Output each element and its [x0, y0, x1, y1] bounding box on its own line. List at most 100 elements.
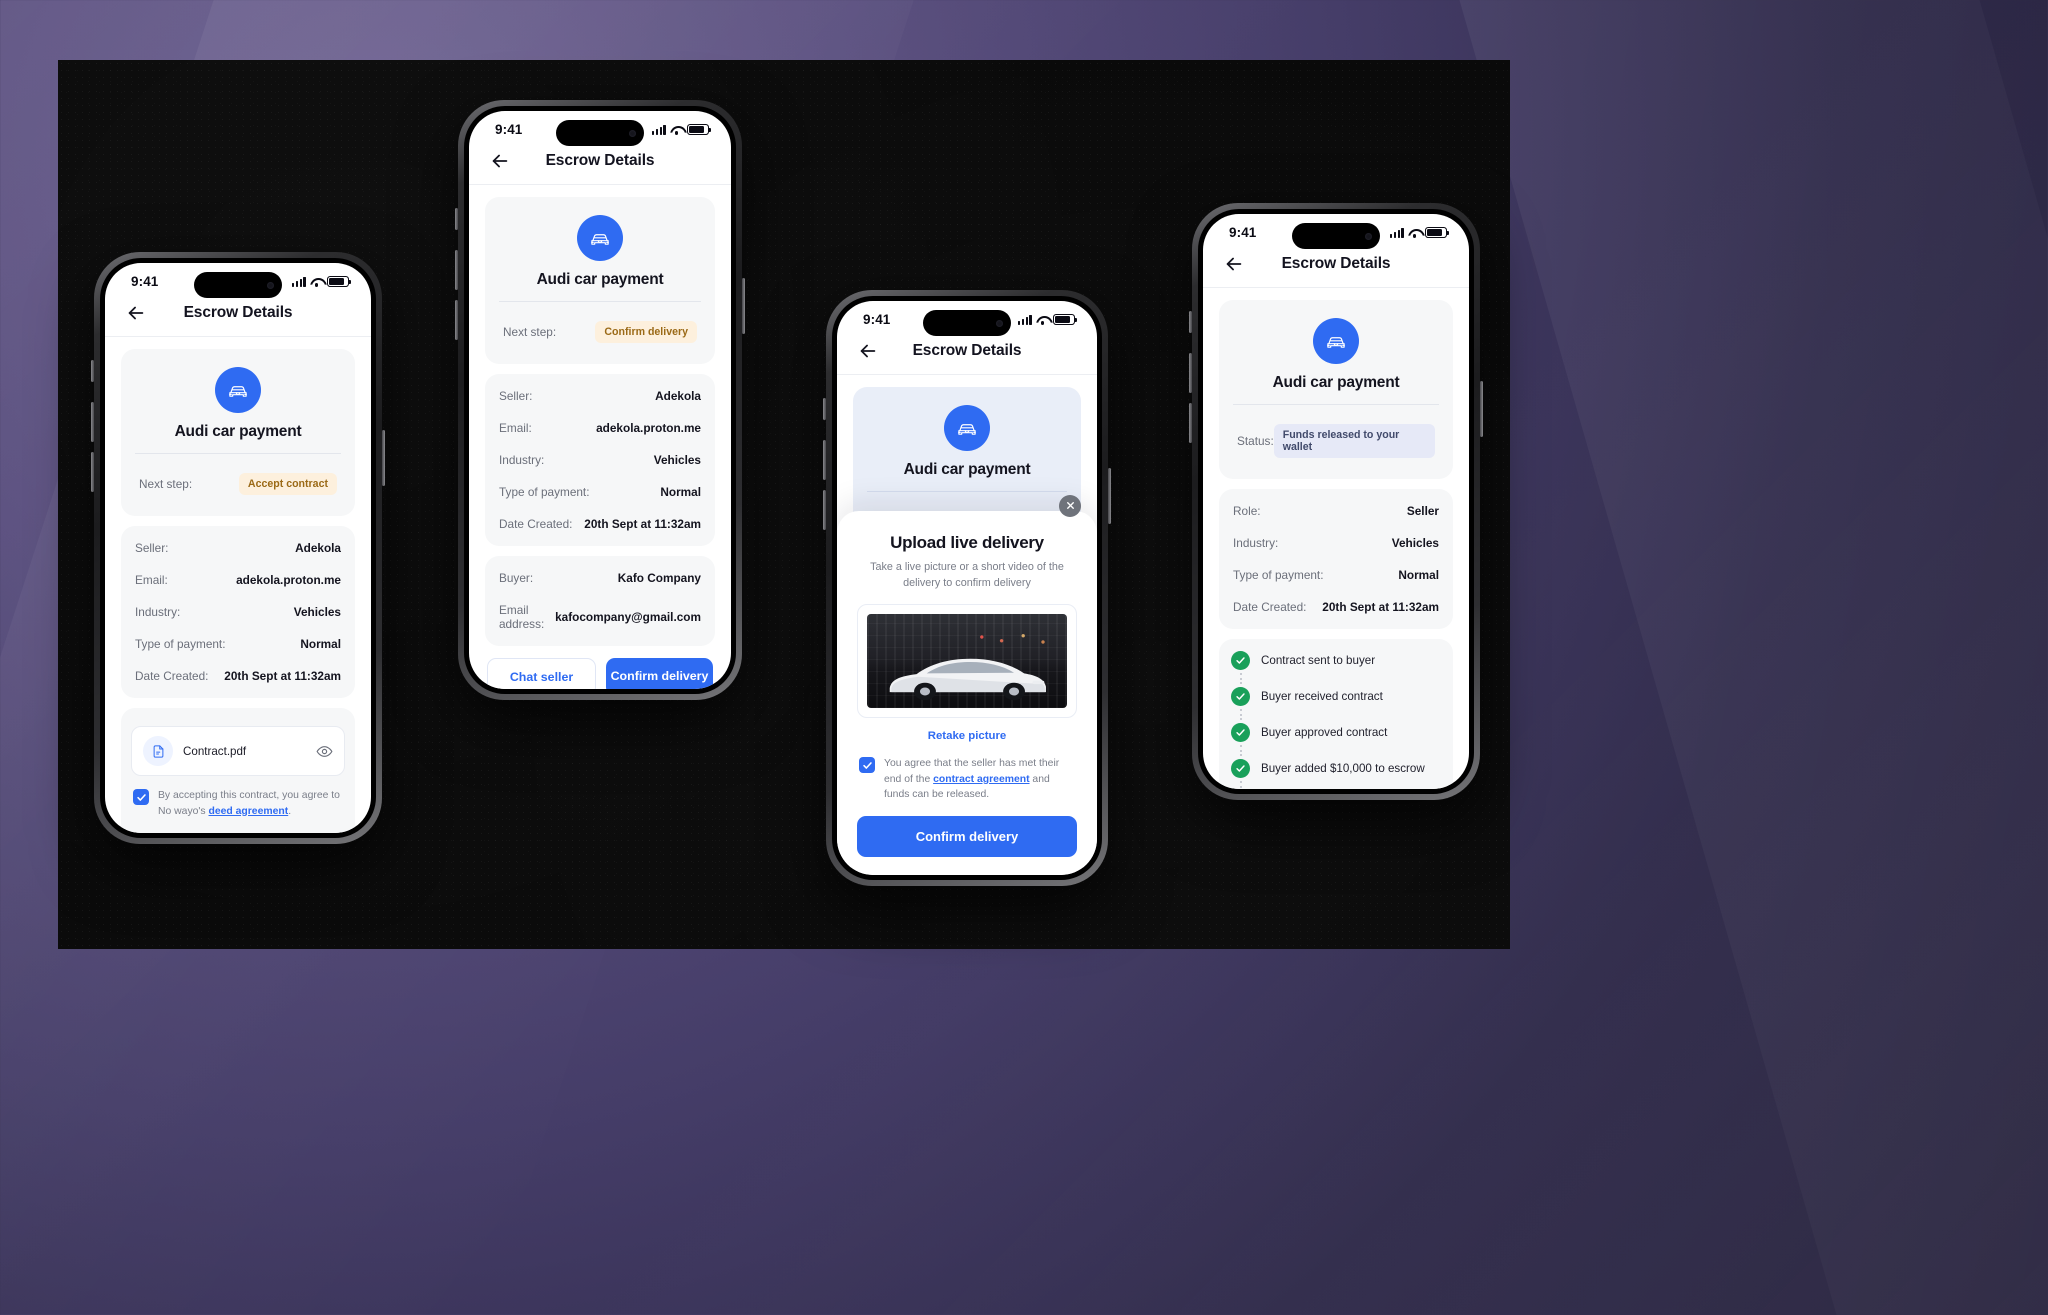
- detail-value: Normal: [660, 485, 701, 499]
- timeline-item: Buyer received contract: [1231, 687, 1441, 706]
- phone4-volume-down-button[interactable]: [1189, 403, 1192, 443]
- detail-row-industry: Industry: Vehicles: [131, 596, 345, 628]
- retake-picture-link[interactable]: Retake picture: [857, 730, 1077, 742]
- escrow-details-card: Seller: Adekola Email: adekola.proton.me…: [485, 374, 715, 546]
- cellular-signal-icon: [1017, 315, 1032, 325]
- front-camera-icon: [267, 281, 274, 289]
- detail-key: Seller:: [499, 389, 533, 403]
- confirm-agreement-checkbox[interactable]: [859, 757, 875, 774]
- detail-row-payment-type: Type of payment: Normal: [1229, 559, 1443, 591]
- status-indicators: [1017, 314, 1078, 325]
- status-time: 9:41: [131, 274, 159, 289]
- detail-row-email: Email: adekola.proton.me: [495, 412, 705, 444]
- detail-value: 20th Sept at 11:32am: [1322, 600, 1439, 614]
- car-icon: [215, 367, 261, 413]
- detail-key: Industry:: [499, 453, 545, 467]
- detail-value: Kafo Company: [617, 571, 701, 585]
- chat-seller-button[interactable]: Chat seller: [487, 658, 596, 689]
- detail-key: Buyer:: [499, 571, 534, 585]
- phone1-volume-down-button[interactable]: [91, 452, 94, 492]
- status-row: Status: Funds released to your wallet: [1233, 415, 1439, 467]
- phone1-mute-switch[interactable]: [91, 360, 94, 382]
- detail-row-date-created: Date Created: 20th Sept at 11:32am: [131, 660, 345, 692]
- contract-file-name: Contract.pdf: [183, 744, 247, 758]
- escrow-title: Audi car payment: [1272, 374, 1400, 391]
- phone3-screen: 9:41 Escrow Details Audi car payment Upl…: [837, 301, 1097, 875]
- phone2-power-button[interactable]: [742, 278, 745, 334]
- detail-key: Email address:: [499, 603, 545, 631]
- front-camera-icon: [996, 319, 1003, 327]
- detail-row-industry: Industry: Vehicles: [495, 444, 705, 476]
- detail-key: Seller:: [135, 541, 169, 555]
- contract-agreement-link[interactable]: contract agreement: [933, 774, 1029, 785]
- detail-value: adekola.proton.me: [236, 573, 341, 587]
- status-indicators: [1389, 227, 1450, 238]
- detail-row-date-created: Date Created: 20th Sept at 11:32am: [1229, 591, 1443, 623]
- phone3-volume-up-button[interactable]: [823, 440, 826, 480]
- phone2-mute-switch[interactable]: [455, 208, 458, 230]
- timeline-connector: [1231, 742, 1250, 759]
- detail-value: 20th Sept at 11:32am: [224, 669, 341, 683]
- confirm-delivery-button[interactable]: Confirm delivery: [606, 658, 713, 689]
- phone2-nav-bar: Escrow Details: [469, 140, 731, 184]
- status-badge: Funds released to your wallet: [1273, 424, 1435, 458]
- phone1-volume-up-button[interactable]: [91, 402, 94, 442]
- wifi-icon: [1408, 228, 1421, 238]
- timeline-label: Buyer received contract: [1261, 690, 1383, 703]
- status-time: 9:41: [1229, 225, 1257, 240]
- phone2-volume-up-button[interactable]: [455, 250, 458, 290]
- escrow-summary-card: Audi car payment Next step: Confirm deli…: [485, 197, 715, 364]
- page-title: Escrow Details: [1281, 255, 1391, 272]
- confirm-delivery-button[interactable]: Confirm delivery: [857, 816, 1077, 857]
- pdf-file-icon: [143, 736, 173, 766]
- next-step-label: Next step:: [503, 325, 557, 339]
- next-step-badge: Confirm delivery: [595, 321, 697, 343]
- next-step-row: Next step: Confirm delivery: [499, 312, 701, 352]
- accept-agreement-row: By accepting this contract, you agree to…: [133, 788, 343, 819]
- phone2-content: Audi car payment Next step: Confirm deli…: [469, 185, 731, 689]
- timeline-item: Contract sent to buyer: [1231, 651, 1441, 670]
- detail-key: Type of payment:: [1233, 568, 1324, 582]
- phone4-power-button[interactable]: [1480, 381, 1483, 437]
- phone1-screen: 9:41 Escrow Details Audi car payment Nex…: [105, 263, 371, 833]
- phone4-mute-switch[interactable]: [1189, 311, 1192, 333]
- accept-agreement-checkbox[interactable]: [133, 789, 149, 805]
- detail-value: Adekola: [295, 541, 341, 555]
- escrow-summary-card: Audi car payment Status: Funds released …: [1219, 300, 1453, 479]
- cellular-signal-icon: [651, 125, 666, 135]
- eye-icon[interactable]: [316, 743, 333, 760]
- phone2-volume-down-button[interactable]: [455, 300, 458, 340]
- page-title: Escrow Details: [545, 152, 655, 169]
- battery-icon: [327, 276, 352, 287]
- phone1-power-button[interactable]: [382, 430, 385, 486]
- detail-row-email: Email: adekola.proton.me: [131, 564, 345, 596]
- detail-key: Industry:: [1233, 536, 1279, 550]
- deed-agreement-link[interactable]: deed agreement: [209, 806, 289, 817]
- phone3-status-bar: 9:41: [837, 301, 1097, 336]
- contract-file-row[interactable]: Contract.pdf: [131, 726, 345, 776]
- phone3-volume-down-button[interactable]: [823, 490, 826, 530]
- timeline-label: Buyer approved contract: [1261, 726, 1388, 739]
- phone4-screen: 9:41 Escrow Details Audi car payment Sta…: [1203, 214, 1469, 789]
- battery-icon: [1425, 227, 1450, 238]
- timeline-item: Buyer approved contract: [1231, 723, 1441, 742]
- detail-row-buyer-email: Email address: kafocompany@gmail.com: [495, 594, 705, 640]
- front-camera-icon: [629, 129, 636, 137]
- close-icon[interactable]: [1059, 494, 1081, 517]
- car-icon: [1313, 318, 1359, 364]
- phone2-action-buttons: Chat seller Confirm delivery: [487, 658, 713, 689]
- detail-key: Email:: [135, 573, 168, 587]
- battery-icon: [687, 124, 712, 135]
- detail-value: Vehicles: [293, 605, 341, 619]
- status-indicators: [291, 276, 352, 287]
- phone-3-upload-live-delivery: 9:41 Escrow Details Audi car payment Upl…: [823, 290, 1111, 886]
- delivery-photo-frame[interactable]: [857, 604, 1077, 719]
- phone4-volume-up-button[interactable]: [1189, 353, 1192, 393]
- divider: [867, 491, 1067, 492]
- wifi-icon: [310, 277, 323, 287]
- phone3-power-button[interactable]: [1108, 468, 1111, 524]
- detail-value: 20th Sept at 11:32am: [584, 517, 701, 531]
- check-icon: [1231, 687, 1250, 706]
- car-icon: [577, 215, 623, 261]
- phone3-mute-switch[interactable]: [823, 398, 826, 420]
